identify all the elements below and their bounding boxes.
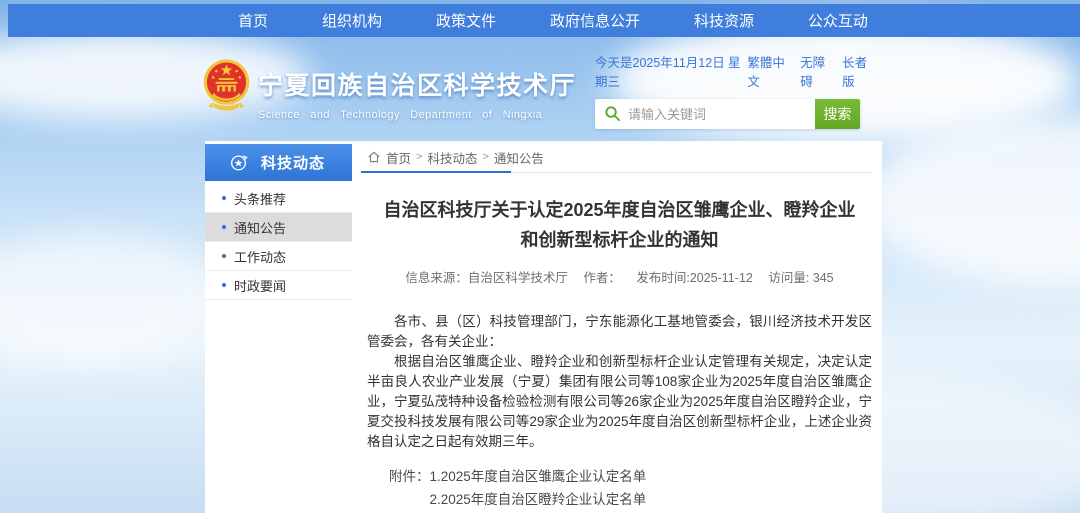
sidebar-title: 科技动态 [261, 152, 325, 173]
breadcrumb: 首页 > 科技动态 > 通知公告 [367, 147, 872, 167]
attachments-list: 1.2025年度自治区雏鹰企业认定名单 2.2025年度自治区瞪羚企业认定名单 … [430, 465, 687, 513]
breadcrumb-accent-line [361, 171, 511, 173]
home-icon [367, 150, 381, 164]
attachment-link-2[interactable]: 2.2025年度自治区瞪羚企业认定名单 [430, 488, 687, 511]
header-right: 今天是2025年11月12日 星期三 繁體中文 无障碍 长者版 搜索 [595, 52, 875, 129]
search-input[interactable] [628, 99, 815, 129]
breadcrumb-separator: > [482, 151, 488, 163]
bullet-icon [222, 196, 226, 200]
article-title-line1: 自治区科技厅关于认定2025年度自治区雏鹰企业、瞪羚企业 [367, 195, 872, 225]
page: 首页 组织机构 政策文件 政府信息公开 科技资源 公众互动 [0, 0, 1080, 513]
link-traditional-chinese[interactable]: 繁體中文 [747, 52, 791, 90]
sidebar-item-current-politics[interactable]: 时政要闻 [205, 271, 352, 300]
breadcrumb-notices[interactable]: 通知公告 [494, 148, 544, 167]
bullet-icon [222, 283, 226, 287]
attachments-label: 附件： [389, 465, 430, 513]
nav-item-gov-info[interactable]: 政府信息公开 [550, 10, 640, 31]
bullet-icon [222, 254, 226, 258]
sidebar-item-label: 头条推荐 [234, 189, 286, 208]
nav-items: 首页 组织机构 政策文件 政府信息公开 科技资源 公众互动 [238, 4, 868, 37]
nav-item-organization[interactable]: 组织机构 [322, 10, 382, 31]
article-meta: 信息来源：自治区科学技术厅 作者： 发布时间:2025-11-12 访问量: 3… [367, 267, 872, 286]
article-body: 各市、县（区）科技管理部门，宁东能源化工基地管委会，银川经济技术开发区管委会，各… [367, 312, 872, 452]
nav-item-home[interactable]: 首页 [238, 10, 268, 31]
breadcrumb-divider [367, 172, 872, 173]
nav-item-interaction[interactable]: 公众互动 [808, 10, 868, 31]
breadcrumb-home[interactable]: 首页 [386, 148, 411, 167]
utility-links: 繁體中文 无障碍 长者版 [747, 52, 875, 90]
sidebar-item-notices[interactable]: 通知公告 [205, 213, 352, 242]
breadcrumb-separator: > [416, 151, 422, 163]
date-row: 今天是2025年11月12日 星期三 繁體中文 无障碍 长者版 [595, 52, 875, 90]
sidebar-item-label: 时政要闻 [234, 276, 286, 295]
breadcrumb-tech-news[interactable]: 科技动态 [427, 148, 477, 167]
meta-visits: 访问量: 345 [768, 271, 833, 285]
sidebar-item-label: 工作动态 [234, 247, 286, 266]
today-date-text: 今天是2025年11月12日 星期三 [595, 52, 747, 90]
meta-publish-time: 发布时间:2025-11-12 [636, 271, 753, 285]
link-elderly-version[interactable]: 长者版 [842, 52, 875, 90]
site-title-block: 宁夏回族自治区科学技术厅 Science and Technology Depa… [258, 66, 576, 121]
main-column: 首页 > 科技动态 > 通知公告 自治区科技厅关于认定2025年度自治区雏鹰企业… [367, 147, 872, 513]
site-subtitle: Science and Technology Department of Nin… [258, 109, 576, 121]
sidebar-item-label: 通知公告 [234, 218, 286, 237]
article-title: 自治区科技厅关于认定2025年度自治区雏鹰企业、瞪羚企业 和创新型标杆企业的通知 [367, 195, 872, 255]
national-emblem-logo [203, 58, 250, 114]
nav-item-resources[interactable]: 科技资源 [694, 10, 754, 31]
article-paragraph: 各市、县（区）科技管理部门，宁东能源化工基地管委会，银川经济技术开发区管委会，各… [367, 312, 872, 352]
nav-item-policy[interactable]: 政策文件 [436, 10, 496, 31]
meta-author: 作者： [583, 271, 621, 285]
meta-source: 信息来源：自治区科学技术厅 [405, 271, 568, 285]
search-button[interactable]: 搜索 [815, 99, 860, 129]
sidebar-menu: 头条推荐 通知公告 工作动态 时政要闻 [205, 184, 352, 300]
sidebar-item-work-trends[interactable]: 工作动态 [205, 242, 352, 271]
article-title-line2: 和创新型标杆企业的通知 [367, 225, 872, 255]
sidebar-item-headlines[interactable]: 头条推荐 [205, 184, 352, 213]
attachment-link-1[interactable]: 1.2025年度自治区雏鹰企业认定名单 [430, 465, 687, 488]
cloud-decoration [0, 235, 230, 365]
sidebar: 科技动态 头条推荐 通知公告 工作动态 时政要闻 [205, 144, 352, 300]
search-box: 搜索 [595, 99, 860, 129]
star-circle-icon [229, 153, 248, 172]
article-paragraph: 根据自治区雏鹰企业、瞪羚企业和创新型标杆企业认定管理有关规定，决定认定半亩良人农… [367, 352, 872, 452]
content-panel: 科技动态 头条推荐 通知公告 工作动态 时政要闻 [205, 141, 882, 513]
top-nav-bar: 首页 组织机构 政策文件 政府信息公开 科技资源 公众互动 [8, 4, 1080, 37]
bullet-icon [222, 225, 226, 229]
attachments-block: 附件： 1.2025年度自治区雏鹰企业认定名单 2.2025年度自治区瞪羚企业认… [389, 465, 872, 513]
search-icon [604, 105, 621, 122]
link-accessibility[interactable]: 无障碍 [800, 52, 833, 90]
sidebar-header: 科技动态 [205, 144, 352, 181]
site-title: 宁夏回族自治区科学技术厅 [258, 66, 576, 102]
